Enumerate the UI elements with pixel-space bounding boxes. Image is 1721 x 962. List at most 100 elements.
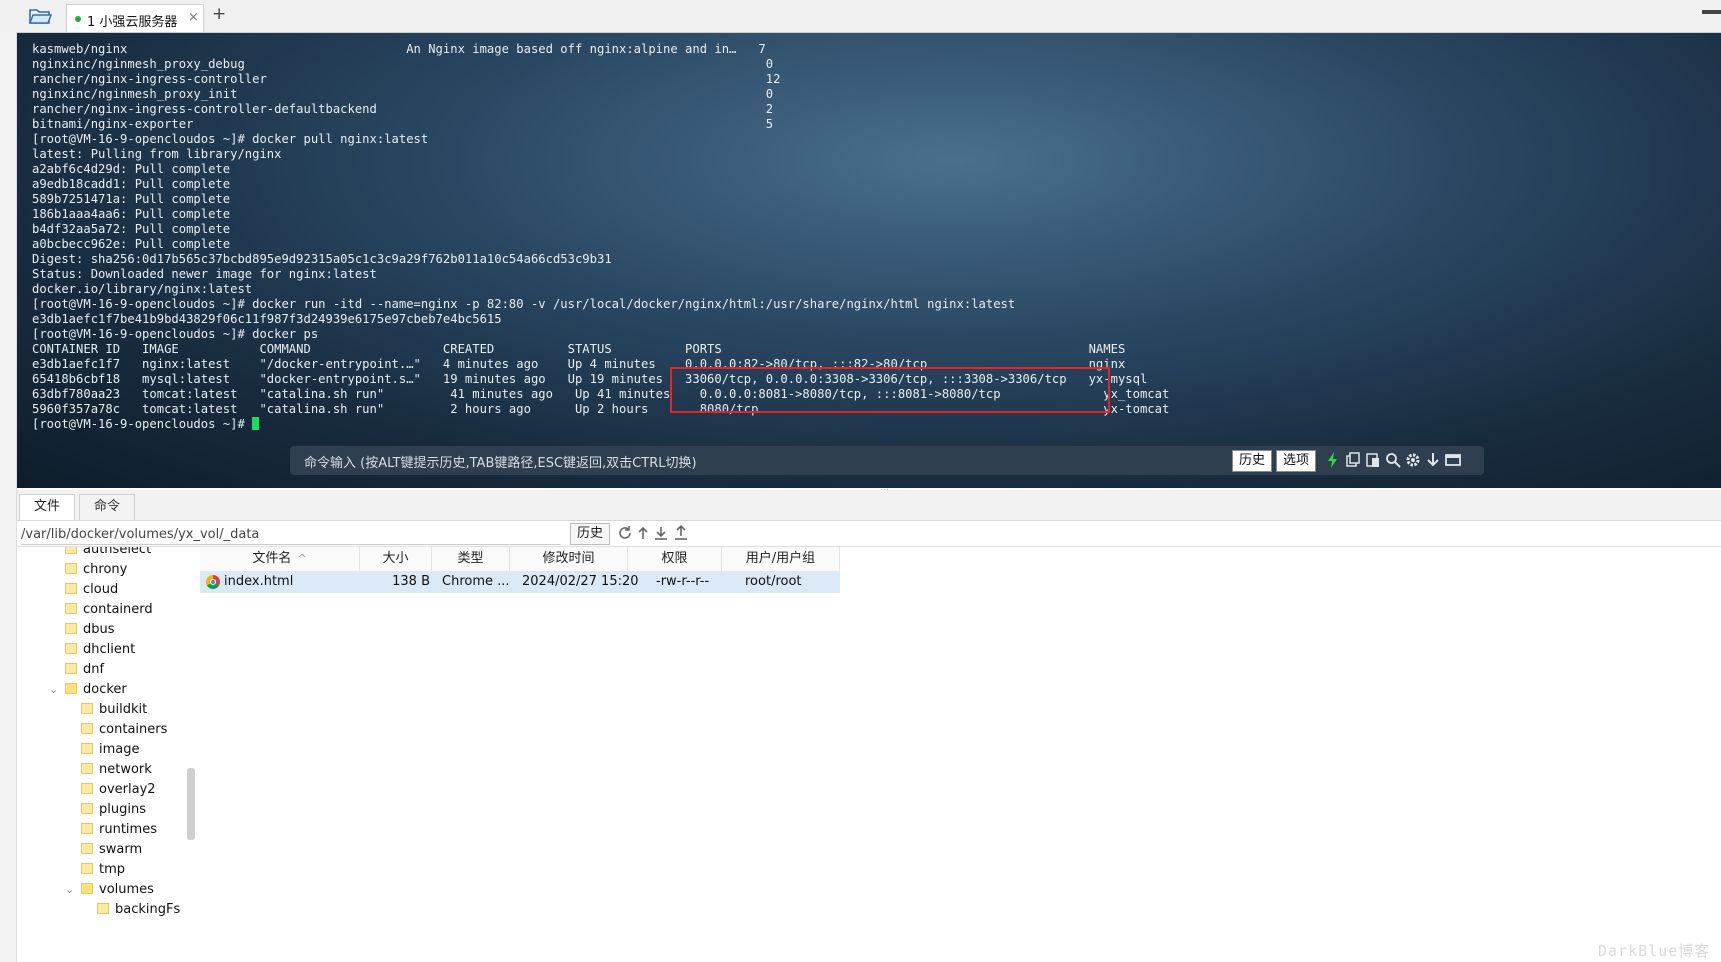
terminal-line: kasmweb/nginx An Nginx image based off n…: [32, 42, 766, 56]
terminal-line: a2abf6c4d29d: Pull complete: [32, 162, 231, 176]
minimize-icon[interactable]: [1702, 10, 1721, 14]
session-tab-label: 1 小强云服务器: [87, 15, 178, 30]
annotation-highlight-box: [670, 367, 1110, 413]
terminal-panel[interactable]: kasmweb/nginx An Nginx image based off n…: [17, 33, 1721, 488]
copy-icon[interactable]: [1344, 451, 1362, 469]
download-file-icon[interactable]: [653, 525, 669, 541]
folder-icon: [65, 583, 77, 594]
tree-item[interactable]: tmp: [81, 860, 125, 880]
table-row[interactable]: index.html 138 B Chrome ... 2024/02/27 1…: [200, 571, 840, 593]
chevron-down-icon[interactable]: ⌄: [49, 680, 58, 700]
session-tab[interactable]: 1 小强云服务器 ×: [66, 4, 204, 32]
command-input-bar[interactable]: 命令输入 (按ALT键提示历史,TAB键路径,ESC键返回,双击CTRL切换) …: [290, 446, 1484, 475]
terminal-line: 186b1aaa4aa6: Pull complete: [32, 207, 231, 221]
column-permissions[interactable]: 权限: [628, 547, 722, 571]
up-directory-icon[interactable]: [635, 525, 651, 541]
column-size[interactable]: 大小: [360, 547, 432, 571]
tree-item[interactable]: image: [81, 740, 140, 760]
terminal-line: b4df32aa5a72: Pull complete: [32, 222, 231, 236]
folder-icon: [65, 547, 77, 554]
terminal-line: 589b7251471a: Pull complete: [32, 192, 231, 206]
open-folder-icon[interactable]: [28, 6, 53, 26]
tree-item[interactable]: ⌄ docker: [49, 680, 127, 700]
path-history-button[interactable]: 历史: [570, 523, 611, 545]
tree-item-label: dhclient: [83, 642, 136, 657]
tab-commands[interactable]: 命令: [79, 494, 135, 520]
history-button[interactable]: 历史: [1232, 450, 1273, 472]
session-tab-strip: 1 小强云服务器 × +: [0, 0, 1721, 33]
upload-file-icon[interactable]: [673, 524, 689, 541]
tree-item-label: chrony: [83, 562, 128, 577]
folder-icon: [65, 563, 77, 574]
lightning-icon[interactable]: [1324, 451, 1342, 469]
terminal-line: bitnami/nginx-exporter 5: [32, 117, 774, 131]
file-size: 138 B: [392, 574, 430, 589]
terminal-line: Status: Downloaded newer image for nginx…: [32, 267, 377, 281]
tree-item[interactable]: dnf: [65, 660, 104, 680]
tree-item[interactable]: runtimes: [81, 820, 157, 840]
terminal-line: nginxinc/nginmesh_proxy_debug 0: [32, 57, 774, 71]
file-modified: 2024/02/27 15:20: [522, 574, 639, 589]
tree-scrollbar[interactable]: [187, 768, 195, 840]
tree-item[interactable]: overlay2: [81, 780, 156, 800]
column-type[interactable]: 类型: [432, 547, 510, 571]
gear-icon[interactable]: [1404, 451, 1422, 469]
column-modified[interactable]: 修改时间: [510, 547, 628, 571]
connected-status-dot: [75, 16, 81, 22]
tree-item-label: plugins: [99, 802, 146, 817]
terminal-line: [root@VM-16-9-opencloudos ~]# docker run…: [32, 297, 1016, 311]
tree-item[interactable]: dbus: [65, 620, 115, 640]
tree-item[interactable]: cloud: [65, 580, 118, 600]
tree-item[interactable]: chrony: [65, 560, 127, 580]
command-input-hint[interactable]: 命令输入 (按ALT键提示历史,TAB键路径,ESC键返回,双击CTRL切换): [304, 452, 697, 471]
tree-item-label: dbus: [83, 622, 115, 637]
table-header: 文件名 ^ 大小 类型 修改时间 权限 用户/用户组: [200, 547, 840, 572]
tree-item-label: tmp: [99, 862, 126, 877]
left-side-strip: [0, 32, 17, 962]
tree-item-label: network: [99, 762, 152, 777]
file-type: Chrome ...: [442, 574, 510, 589]
tree-item-label: buildkit: [99, 702, 148, 717]
tree-item-label: runtimes: [99, 822, 157, 837]
terminal-line: rancher/nginx-ingress-controller-default…: [32, 102, 774, 116]
path-input[interactable]: [21, 524, 561, 545]
folder-icon: [81, 863, 93, 874]
terminal-line: rancher/nginx-ingress-controller 12: [32, 72, 781, 86]
tree-item[interactable]: swarm: [81, 840, 142, 860]
folder-icon: [65, 623, 77, 634]
directory-tree[interactable]: authselect chrony cloud containerd dbus dhcli…: [17, 547, 201, 962]
tree-item-label: image: [99, 742, 140, 757]
tree-item[interactable]: dhclient: [65, 640, 135, 660]
tree-item[interactable]: containers: [81, 720, 167, 740]
options-button[interactable]: 选项: [1276, 450, 1317, 472]
folder-icon: [81, 843, 93, 854]
tree-item[interactable]: buildkit: [81, 700, 147, 720]
tree-item-label: dnf: [83, 662, 105, 677]
tree-item[interactable]: containerd: [65, 600, 153, 620]
file-name[interactable]: index.html: [224, 571, 293, 593]
terminal-line: e3db1aefc1f7be41b9bd43829f06c11f987f3d24…: [32, 312, 502, 326]
paste-icon[interactable]: [1364, 451, 1382, 469]
column-owner[interactable]: 用户/用户组: [722, 547, 840, 571]
tree-item-label: overlay2: [99, 782, 156, 797]
tree-item[interactable]: backingFs: [97, 900, 180, 920]
column-name[interactable]: 文件名 ^: [200, 547, 360, 571]
search-icon[interactable]: [1384, 451, 1402, 469]
download-icon[interactable]: [1424, 451, 1442, 469]
refresh-icon[interactable]: [617, 525, 633, 541]
tree-item[interactable]: ⌄ volumes: [65, 880, 154, 900]
folder-icon: [81, 803, 93, 814]
add-tab-button[interactable]: +: [212, 4, 226, 24]
folder-icon: [81, 763, 93, 774]
tab-files[interactable]: 文件: [19, 494, 75, 520]
tree-item[interactable]: network: [81, 760, 152, 780]
folder-icon: [97, 903, 109, 914]
terminal-line: Digest: sha256:0d17b565c37bcbd895e9d9231…: [32, 252, 612, 266]
close-icon[interactable]: ×: [188, 10, 199, 25]
tree-item[interactable]: authselect: [65, 547, 151, 560]
chevron-down-icon[interactable]: ⌄: [65, 880, 74, 900]
window-icon[interactable]: [1444, 451, 1462, 469]
terminal-line: a9edb18cadd1: Pull complete: [32, 177, 231, 191]
terminal-line: nginxinc/nginmesh_proxy_init 0: [32, 87, 774, 101]
tree-item[interactable]: plugins: [81, 800, 146, 820]
